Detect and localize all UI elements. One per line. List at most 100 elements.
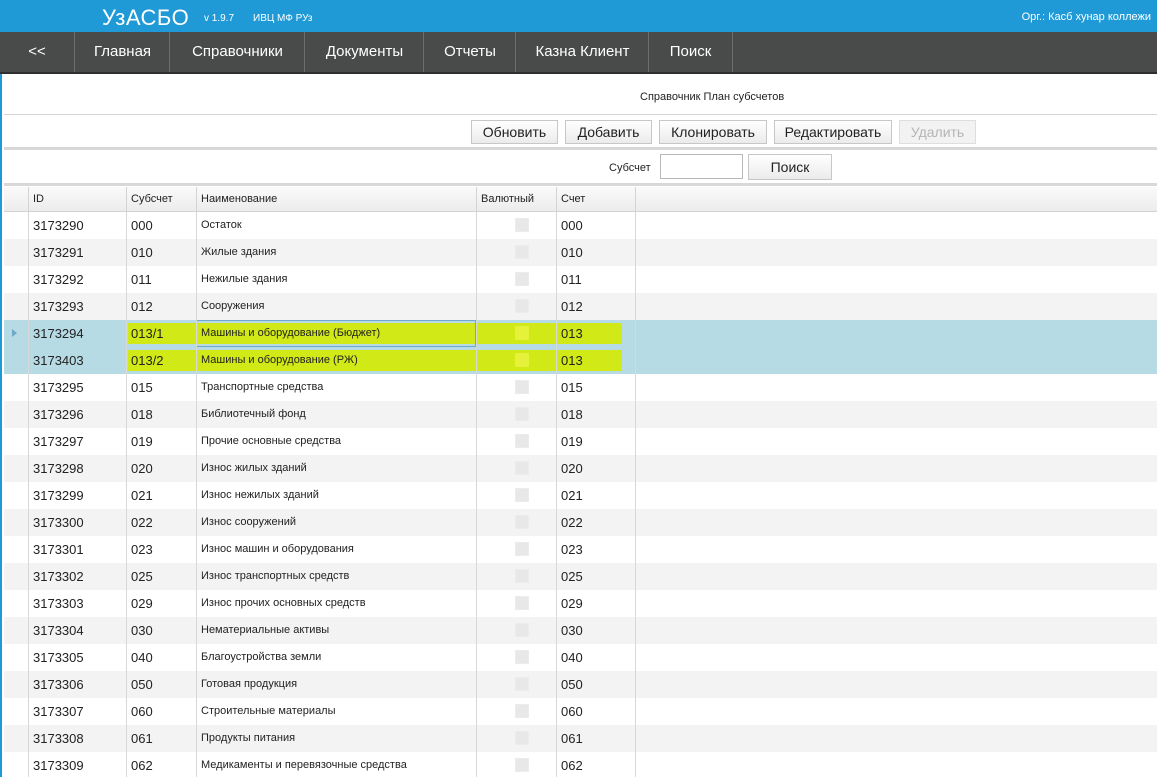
cell-name: Износ сооружений bbox=[196, 509, 476, 536]
currency-checkbox[interactable] bbox=[515, 488, 529, 502]
app-version: v 1.9.7 bbox=[204, 13, 235, 24]
table-row[interactable]: 3173308 061 Продукты питания 061 bbox=[4, 725, 1157, 752]
cell-name: Строительные материалы bbox=[196, 698, 476, 725]
cell-name: Транспортные средства bbox=[196, 374, 476, 401]
cell-name: Нематериальные активы bbox=[196, 617, 476, 644]
column-header-subaccount[interactable]: Субсчет bbox=[126, 187, 196, 211]
cell-account: 010 bbox=[556, 239, 636, 266]
cell-account: 015 bbox=[556, 374, 636, 401]
cell-currency bbox=[476, 401, 556, 428]
cell-account: 040 bbox=[556, 644, 636, 671]
table-row[interactable]: 3173298 020 Износ жилых зданий 020 bbox=[4, 455, 1157, 482]
table-row[interactable]: 3173297 019 Прочие основные средства 019 bbox=[4, 428, 1157, 455]
table-row[interactable]: 3173292 011 Нежилые здания 011 bbox=[4, 266, 1157, 293]
cell-account: 018 bbox=[556, 401, 636, 428]
table-row[interactable]: 3173295 015 Транспортные средства 015 bbox=[4, 374, 1157, 401]
cell-currency bbox=[476, 320, 556, 347]
cell-subaccount: 040 bbox=[126, 644, 196, 671]
cell-name: Износ транспортных средств bbox=[196, 563, 476, 590]
table-row[interactable]: 3173290 000 Остаток 000 bbox=[4, 212, 1157, 239]
currency-checkbox[interactable] bbox=[515, 353, 529, 367]
nav-documents[interactable]: Документы bbox=[304, 32, 424, 72]
column-header-id[interactable]: ID bbox=[28, 187, 126, 211]
cell-id: 3173301 bbox=[28, 536, 126, 563]
cell-id: 3173290 bbox=[28, 212, 126, 239]
cell-id: 3173296 bbox=[28, 401, 126, 428]
cell-id: 3173291 bbox=[28, 239, 126, 266]
nav-reports[interactable]: Отчеты bbox=[423, 32, 516, 72]
table-row[interactable]: 3173291 010 Жилые здания 010 bbox=[4, 239, 1157, 266]
nav-search[interactable]: Поиск bbox=[648, 32, 733, 72]
cell-id: 3173299 bbox=[28, 482, 126, 509]
currency-checkbox[interactable] bbox=[515, 380, 529, 394]
cell-id: 3173293 bbox=[28, 293, 126, 320]
cell-subaccount: 011 bbox=[126, 266, 196, 293]
cell-name: Износ прочих основных средств bbox=[196, 590, 476, 617]
column-header-currency[interactable]: Валютный bbox=[476, 187, 556, 211]
column-header-account[interactable]: Счет bbox=[556, 187, 636, 211]
table-row[interactable]: 3173305 040 Благоустройства земли 040 bbox=[4, 644, 1157, 671]
currency-checkbox[interactable] bbox=[515, 731, 529, 745]
cell-subaccount: 062 bbox=[126, 752, 196, 777]
table-row[interactable]: 3173294 013/1 Машины и оборудование (Бюдже… bbox=[4, 320, 1157, 347]
cell-account: 023 bbox=[556, 536, 636, 563]
nav-back-button[interactable]: << bbox=[0, 32, 74, 72]
currency-checkbox[interactable] bbox=[515, 596, 529, 610]
cell-id: 3173309 bbox=[28, 752, 126, 777]
currency-checkbox[interactable] bbox=[515, 407, 529, 421]
currency-checkbox[interactable] bbox=[515, 515, 529, 529]
cell-currency bbox=[476, 293, 556, 320]
subaccount-search-input[interactable] bbox=[660, 154, 743, 179]
cell-currency bbox=[476, 482, 556, 509]
cell-subaccount: 030 bbox=[126, 617, 196, 644]
cell-account: 020 bbox=[556, 455, 636, 482]
search-button[interactable]: Поиск bbox=[748, 154, 832, 180]
cell-id: 3173304 bbox=[28, 617, 126, 644]
currency-checkbox[interactable] bbox=[515, 542, 529, 556]
cell-account: 029 bbox=[556, 590, 636, 617]
currency-checkbox[interactable] bbox=[515, 623, 529, 637]
table-row[interactable]: 3173403 013/2 Машины и оборудование (РЖ) 01… bbox=[4, 347, 1157, 374]
currency-checkbox[interactable] bbox=[515, 650, 529, 664]
currency-checkbox[interactable] bbox=[515, 272, 529, 286]
currency-checkbox[interactable] bbox=[515, 434, 529, 448]
cell-account: 050 bbox=[556, 671, 636, 698]
cell-account: 062 bbox=[556, 752, 636, 777]
table-row[interactable]: 3173300 022 Износ сооружений 022 bbox=[4, 509, 1157, 536]
add-button[interactable]: Добавить bbox=[565, 120, 652, 144]
currency-checkbox[interactable] bbox=[515, 326, 529, 340]
table-row[interactable]: 3173309 062 Медикаменты и перевязочные сре… bbox=[4, 752, 1157, 777]
currency-checkbox[interactable] bbox=[515, 758, 529, 772]
cell-id: 3173295 bbox=[28, 374, 126, 401]
table-row[interactable]: 3173293 012 Сооружения 012 bbox=[4, 293, 1157, 320]
table-row[interactable]: 3173307 060 Строительные материалы 060 bbox=[4, 698, 1157, 725]
currency-checkbox[interactable] bbox=[515, 461, 529, 475]
cell-id: 3173403 bbox=[28, 347, 126, 374]
table-row[interactable]: 3173303 029 Износ прочих основных средств 0… bbox=[4, 590, 1157, 617]
column-header-name[interactable]: Наименование bbox=[196, 187, 476, 211]
table-row[interactable]: 3173301 023 Износ машин и оборудования 023 bbox=[4, 536, 1157, 563]
currency-checkbox[interactable] bbox=[515, 299, 529, 313]
table-row[interactable]: 3173299 021 Износ нежилых зданий 021 bbox=[4, 482, 1157, 509]
table-row[interactable]: 3173306 050 Готовая продукция 050 bbox=[4, 671, 1157, 698]
currency-checkbox[interactable] bbox=[515, 704, 529, 718]
currency-checkbox[interactable] bbox=[515, 245, 529, 259]
cell-id: 3173302 bbox=[28, 563, 126, 590]
cell-id: 3173306 bbox=[28, 671, 126, 698]
cell-account: 000 bbox=[556, 212, 636, 239]
nav-treasury-client[interactable]: Казна Клиент bbox=[515, 32, 649, 72]
delete-button[interactable]: Удалить bbox=[899, 120, 976, 144]
edit-button[interactable]: Редактировать bbox=[774, 120, 892, 144]
currency-checkbox[interactable] bbox=[515, 569, 529, 583]
currency-checkbox[interactable] bbox=[515, 218, 529, 232]
cell-subaccount: 018 bbox=[126, 401, 196, 428]
cell-account: 012 bbox=[556, 293, 636, 320]
nav-directories[interactable]: Справочники bbox=[169, 32, 305, 72]
nav-home[interactable]: Главная bbox=[74, 32, 170, 72]
table-row[interactable]: 3173302 025 Износ транспортных средств 025 bbox=[4, 563, 1157, 590]
table-row[interactable]: 3173296 018 Библиотечный фонд 018 bbox=[4, 401, 1157, 428]
currency-checkbox[interactable] bbox=[515, 677, 529, 691]
clone-button[interactable]: Клонировать bbox=[659, 120, 767, 144]
table-row[interactable]: 3173304 030 Нематериальные активы 030 bbox=[4, 617, 1157, 644]
refresh-button[interactable]: Обновить bbox=[471, 120, 558, 144]
